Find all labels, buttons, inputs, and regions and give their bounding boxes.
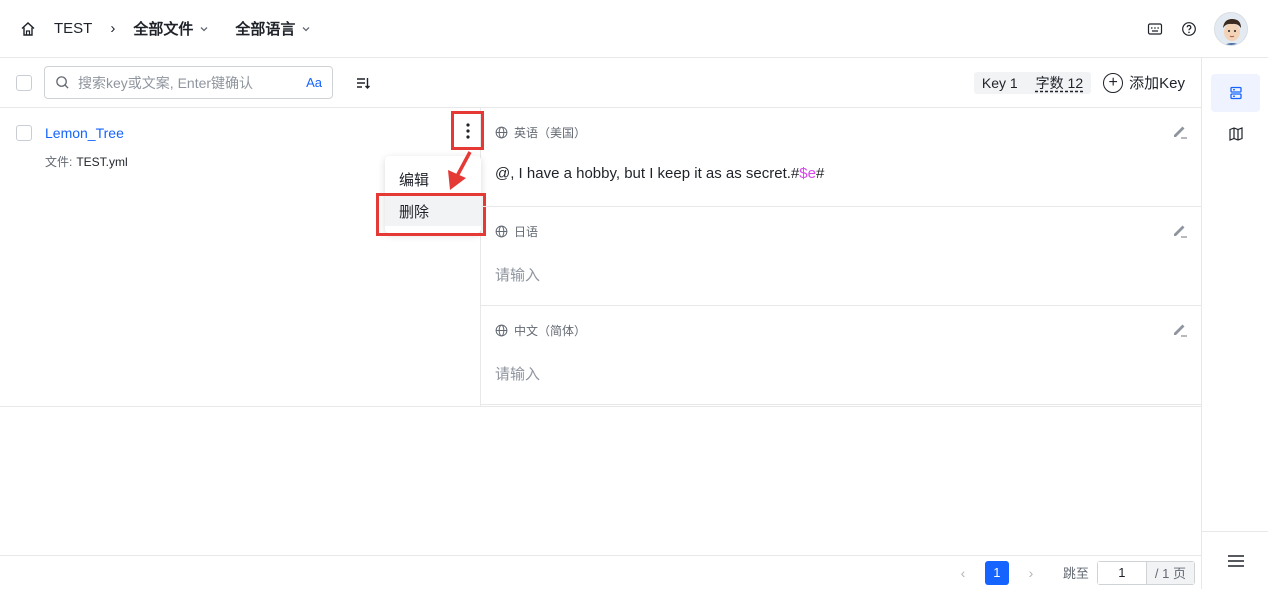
map-view-button[interactable]	[1211, 115, 1260, 153]
language-name: 日语	[514, 225, 539, 239]
language-header: 日语	[495, 223, 538, 240]
translation-input-placeholder[interactable]: 请输入	[495, 363, 540, 384]
hamburger-icon	[1227, 554, 1244, 567]
translation-input-placeholder[interactable]: 请输入	[495, 264, 540, 285]
language-header: 英语（美国）	[495, 124, 586, 141]
translation-block-en: 英语（美国） @, I have a hobby, but I keep it …	[481, 108, 1201, 207]
rail-menu-button[interactable]	[1202, 531, 1268, 589]
user-avatar[interactable]	[1214, 11, 1248, 46]
file-value: TEST.yml	[76, 155, 128, 169]
home-icon[interactable]	[20, 21, 36, 37]
translation-text[interactable]: @, I have a hobby, but I keep it as as s…	[495, 165, 824, 182]
top-header: TEST › 全部文件 全部语言	[0, 0, 1268, 58]
stats-badge: Key 1 字数 12	[973, 71, 1092, 94]
edit-pencil-icon[interactable]	[1171, 122, 1189, 140]
annotation-arrow-icon	[448, 151, 472, 190]
file-label: 文件:	[45, 155, 73, 169]
sort-icon[interactable]	[355, 75, 371, 91]
add-key-label: 添加Key	[1129, 75, 1185, 92]
languages-dropdown-label: 全部语言	[235, 21, 296, 38]
map-icon	[1228, 127, 1243, 141]
list-view-icon	[1229, 86, 1242, 100]
globe-icon	[495, 126, 508, 139]
language-name: 中文（简体）	[514, 324, 587, 338]
files-dropdown[interactable]: 全部文件	[133, 18, 209, 39]
jump-box: / 1 页	[1096, 560, 1195, 585]
pagination-bar: ‹ 1 › 跳至 / 1 页	[0, 555, 1201, 589]
breadcrumb-project[interactable]: TEST	[54, 20, 92, 37]
variable-token: $e	[799, 165, 816, 182]
toolbar-right: Key 1 字数 12 + 添加Key	[973, 71, 1185, 94]
languages-dropdown[interactable]: 全部语言	[235, 18, 311, 39]
more-options-button[interactable]	[451, 111, 484, 150]
key-list: Lemon_Tree 文件: TEST.yml	[0, 108, 484, 406]
search-input[interactable]	[78, 74, 307, 91]
language-header: 中文（简体）	[495, 322, 586, 339]
current-page[interactable]: 1	[984, 560, 1009, 585]
language-name: 英语（美国）	[514, 126, 587, 140]
key-item[interactable]: Lemon_Tree	[16, 125, 124, 141]
case-sensitive-toggle[interactable]: Aa	[306, 75, 322, 90]
search-icon	[56, 76, 69, 89]
key-name[interactable]: Lemon_Tree	[45, 125, 124, 141]
globe-icon	[495, 225, 508, 238]
app-root: TEST › 全部文件 全部语言 Aa	[0, 0, 1268, 589]
edit-pencil-icon[interactable]	[1171, 320, 1189, 338]
files-dropdown-label: 全部文件	[133, 21, 194, 38]
next-page-button[interactable]: ›	[1021, 565, 1041, 581]
translation-text-tail: #	[815, 165, 825, 182]
delete-highlight-box	[376, 193, 486, 236]
jump-label: 跳至	[1062, 566, 1089, 581]
prev-page-button[interactable]: ‹	[953, 565, 973, 581]
keyboard-icon[interactable]	[1146, 20, 1164, 38]
translation-block-zh: 中文（简体） 请输入	[481, 306, 1201, 405]
list-view-button[interactable]	[1211, 74, 1260, 112]
breadcrumb-separator: ›	[110, 20, 116, 37]
content-divider	[0, 406, 1201, 407]
translation-panel: 英语（美国） @, I have a hobby, but I keep it …	[481, 108, 1201, 405]
total-pages: / 1 页	[1145, 561, 1194, 584]
chevron-down-icon	[200, 26, 208, 31]
more-vertical-icon	[465, 122, 470, 139]
key-count: Key 1	[981, 74, 1018, 91]
globe-icon	[495, 324, 508, 337]
add-circle-icon: +	[1103, 72, 1124, 93]
edit-pencil-icon[interactable]	[1171, 221, 1189, 239]
jump-page-input[interactable]	[1097, 561, 1146, 584]
search-box[interactable]: Aa	[44, 66, 333, 99]
key-checkbox[interactable]	[16, 125, 32, 141]
right-rail	[1201, 58, 1268, 589]
word-count: 字数 12	[1035, 74, 1084, 91]
help-icon[interactable]	[1180, 20, 1198, 38]
list-toolbar: Aa Key 1 字数 12 + 添加Key	[0, 58, 1201, 108]
translation-block-ja: 日语 请输入	[481, 207, 1201, 306]
translation-text-main: @, I have a hobby, but I keep it as as s…	[495, 165, 800, 182]
add-key-button[interactable]: + 添加Key	[1103, 72, 1185, 93]
header-actions	[1130, 11, 1248, 46]
chevron-down-icon	[302, 26, 310, 31]
select-all-checkbox[interactable]	[16, 74, 32, 91]
key-file-info: 文件: TEST.yml	[45, 153, 128, 170]
